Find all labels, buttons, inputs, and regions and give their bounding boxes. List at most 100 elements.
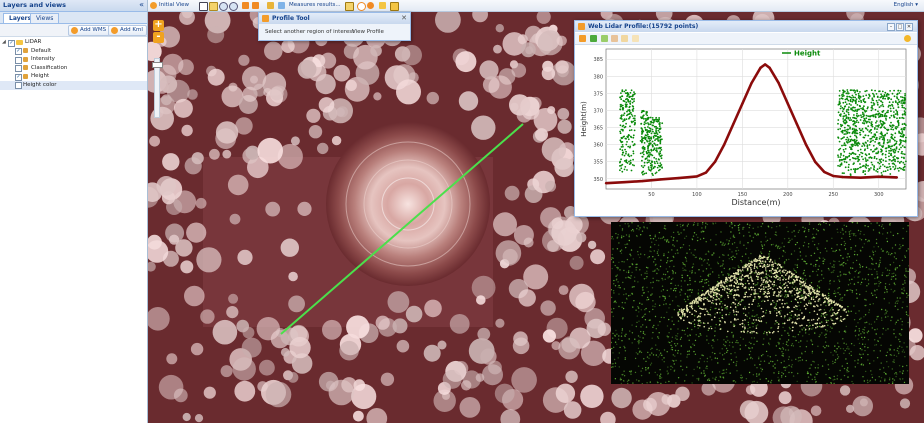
tree-item-height-color[interactable]: Height color xyxy=(0,80,147,90)
add-kml-button[interactable]: Add Kml xyxy=(108,25,147,36)
tree-item-default[interactable]: ✓ Default xyxy=(0,47,147,56)
measures-results-button[interactable]: Measures results... xyxy=(289,1,341,10)
vegetation-point xyxy=(859,131,861,134)
vegetation-point xyxy=(882,105,885,108)
vegetation-point xyxy=(865,164,868,167)
vegetation-point xyxy=(882,136,885,139)
pan-hand-icon[interactable] xyxy=(199,1,208,11)
vegetation-point xyxy=(856,112,858,115)
profile-icon[interactable] xyxy=(379,1,386,9)
vegetation-point xyxy=(625,118,628,120)
export-icon[interactable] xyxy=(390,1,399,11)
help-icon[interactable] xyxy=(904,35,911,42)
ruler-icon[interactable] xyxy=(611,35,618,42)
up-arrow-icon[interactable] xyxy=(601,35,608,42)
vegetation-point xyxy=(648,159,651,162)
y-tick-label: 365 xyxy=(593,126,603,132)
vegetation-point xyxy=(619,108,622,111)
vegetation-point xyxy=(879,165,882,168)
layer-checkbox[interactable] xyxy=(15,56,22,64)
vegetation-point xyxy=(649,154,651,156)
tree-item-label: Default xyxy=(31,47,52,54)
vegetation-point xyxy=(897,150,900,153)
view-profile-button[interactable]: View Profile xyxy=(352,28,384,36)
line-tool-icon[interactable] xyxy=(632,35,639,42)
vegetation-point xyxy=(886,139,889,141)
tree-item-height[interactable]: ✓ Height xyxy=(0,72,147,81)
download-icon[interactable] xyxy=(590,35,597,42)
arrow-right-icon[interactable] xyxy=(252,1,259,9)
ruler-icon[interactable] xyxy=(267,1,274,9)
vegetation-point xyxy=(845,156,847,158)
home-icon[interactable] xyxy=(150,1,157,9)
tree-item-lidar[interactable]: ◢ ✓ LiDAR xyxy=(0,38,147,47)
vegetation-point xyxy=(866,159,869,162)
language-selector[interactable]: English ▾ xyxy=(894,1,918,10)
point-cloud-3d-view[interactable] xyxy=(611,222,909,384)
profile-point xyxy=(804,143,808,146)
profile-point xyxy=(741,102,744,105)
marker-icon[interactable] xyxy=(621,35,628,42)
vegetation-point xyxy=(854,170,856,172)
layer-checkbox[interactable]: ✓ xyxy=(8,39,15,47)
layer-checkbox[interactable] xyxy=(15,65,22,73)
initial-view-button[interactable]: Initial View xyxy=(159,1,189,10)
vegetation-point xyxy=(890,145,893,148)
close-icon[interactable]: ✕ xyxy=(401,13,407,23)
tab-views[interactable]: Views xyxy=(30,13,60,23)
vegetation-point xyxy=(629,103,632,105)
lidar-profile-toolbar xyxy=(575,33,917,45)
circle-select-icon[interactable] xyxy=(357,1,366,11)
vegetation-point xyxy=(628,160,630,163)
close-button[interactable]: ✕ xyxy=(905,23,913,31)
zoom-out-icon[interactable] xyxy=(229,1,238,11)
restore-button[interactable]: □ xyxy=(896,23,904,31)
vegetation-point xyxy=(894,165,897,167)
vegetation-point xyxy=(858,94,860,97)
vegetation-point xyxy=(839,156,842,158)
vegetation-point xyxy=(902,153,904,155)
vegetation-point xyxy=(857,144,859,147)
layer-checkbox[interactable] xyxy=(15,82,22,90)
vegetation-point xyxy=(844,148,847,150)
add-wms-button[interactable]: Add WMS xyxy=(68,25,111,36)
zoom-box-icon[interactable] xyxy=(209,1,218,11)
vegetation-point xyxy=(625,143,628,146)
vegetation-point xyxy=(903,102,906,105)
tree-item-intensity[interactable]: Intensity xyxy=(0,55,147,64)
vegetation-point xyxy=(875,121,877,124)
zoom-in-icon[interactable] xyxy=(219,1,228,11)
minimize-button[interactable]: – xyxy=(887,23,895,31)
layer-checkbox[interactable]: ✓ xyxy=(15,73,22,81)
vegetation-point xyxy=(885,150,888,153)
zoom-slider-thumb[interactable] xyxy=(152,62,163,68)
vegetation-point xyxy=(886,141,889,144)
vegetation-point xyxy=(863,117,866,120)
vegetation-point xyxy=(860,116,863,119)
layer-tree: ◢ ✓ LiDAR ✓ Default Intensity Classifica… xyxy=(0,38,147,90)
tree-item-classification[interactable]: Classification xyxy=(0,64,147,73)
person-icon[interactable] xyxy=(345,1,354,11)
camera-icon[interactable] xyxy=(579,35,586,42)
expand-toggle-icon[interactable]: ◢ xyxy=(2,38,6,47)
measure-area-icon[interactable] xyxy=(278,1,285,9)
zoom-out-button[interactable]: - xyxy=(153,32,164,43)
vegetation-point xyxy=(879,144,881,146)
vegetation-point xyxy=(881,115,884,118)
vegetation-point xyxy=(623,126,626,129)
vegetation-point xyxy=(853,128,856,130)
profile-point xyxy=(677,176,680,180)
select-region-button[interactable]: Select another region of interest xyxy=(265,28,354,36)
vegetation-point xyxy=(622,114,625,116)
vegetation-point xyxy=(856,104,859,106)
layer-checkbox[interactable]: ✓ xyxy=(15,48,22,56)
zoom-slider[interactable] xyxy=(152,58,163,118)
vegetation-point xyxy=(864,110,867,113)
vegetation-point xyxy=(882,170,885,173)
globe-icon[interactable] xyxy=(367,1,374,9)
collapse-panel-button[interactable]: « xyxy=(139,0,144,9)
vegetation-point xyxy=(867,115,870,118)
vegetation-point xyxy=(631,140,634,143)
arrow-left-icon[interactable] xyxy=(242,1,249,9)
zoom-in-button[interactable]: + xyxy=(153,20,164,31)
